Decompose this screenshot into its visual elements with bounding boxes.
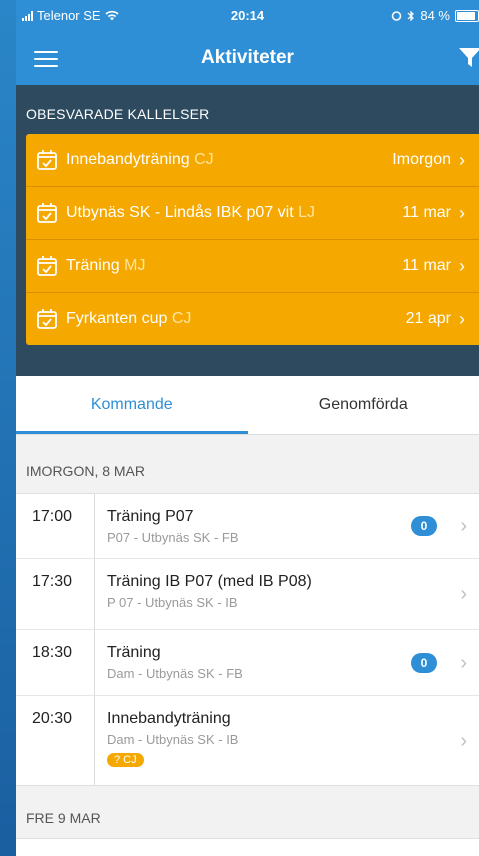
event-subtitle: Dam - Utbynäs SK - IB bbox=[107, 732, 239, 747]
chevron-right-icon: › bbox=[460, 729, 467, 752]
calendar-check-icon bbox=[37, 309, 57, 329]
pending-heading: OBESVARADE KALLELSER bbox=[26, 106, 210, 122]
battery-icon bbox=[455, 9, 479, 22]
pending-item-date: 11 mar bbox=[402, 257, 451, 274]
nav-bar: Aktiviteter bbox=[16, 32, 479, 85]
event-time: 17:30 bbox=[32, 573, 73, 590]
section-heading: IMORGON, 8 MAR bbox=[16, 435, 479, 493]
chevron-right-icon: › bbox=[459, 308, 465, 329]
app-screen: Telenor SE 20:14 84 % Aktiviteter OBESVA… bbox=[16, 0, 479, 856]
event-row[interactable] bbox=[16, 838, 479, 856]
section-heading: FRE 9 MAR bbox=[16, 786, 479, 838]
pending-item[interactable]: Fyrkanten cup CJ 21 apr › bbox=[26, 293, 479, 345]
event-title: Innebandyträning bbox=[107, 710, 231, 727]
event-time: 20:30 bbox=[32, 710, 73, 727]
pending-list: Innebandyträning CJ Imorgon › Utbynäs SK… bbox=[26, 134, 479, 345]
event-row[interactable]: 17:30 Träning IB P07 (med IB P08) P 07 -… bbox=[16, 559, 479, 630]
pending-item-date: 21 apr bbox=[405, 310, 451, 327]
calendar-check-icon bbox=[37, 203, 57, 223]
pending-item-date: 11 mar bbox=[402, 204, 451, 221]
tab-genomforda[interactable]: Genomförda bbox=[248, 376, 479, 434]
pending-item-label: Träning MJ bbox=[66, 257, 146, 274]
chevron-right-icon: › bbox=[460, 583, 467, 605]
event-title: Träning IB P07 (med IB P08) bbox=[107, 573, 312, 590]
bluetooth-icon bbox=[407, 10, 415, 21]
pending-item[interactable]: Innebandyträning CJ Imorgon › bbox=[26, 134, 479, 187]
pending-item[interactable]: Utbynäs SK - Lindås IBK p07 vit LJ 11 ma… bbox=[26, 187, 479, 240]
tab-kommande[interactable]: Kommande bbox=[16, 376, 248, 434]
chevron-right-icon: › bbox=[459, 149, 465, 170]
event-time: 17:00 bbox=[32, 508, 73, 525]
event-row[interactable]: 20:30 Innebandyträning Dam - Utbynäs SK … bbox=[16, 696, 479, 785]
tab-bar: Kommande Genomförda bbox=[16, 376, 479, 435]
pending-item-label: Innebandyträning CJ bbox=[66, 151, 214, 168]
pending-item-date: Imorgon bbox=[392, 151, 451, 168]
pending-item-label: Utbynäs SK - Lindås IBK p07 vit LJ bbox=[66, 204, 316, 221]
event-list: 17:00 Träning P07 P07 - Utbynäs SK - FB … bbox=[16, 493, 479, 786]
calendar-check-icon bbox=[37, 150, 57, 170]
event-row[interactable]: 17:00 Träning P07 P07 - Utbynäs SK - FB … bbox=[16, 494, 479, 559]
event-time: 18:30 bbox=[32, 644, 73, 661]
chevron-right-icon: › bbox=[459, 255, 465, 276]
event-row[interactable]: 18:30 Träning Dam - Utbynäs SK - FB 0 › bbox=[16, 630, 479, 696]
count-badge: 0 bbox=[411, 652, 437, 673]
chevron-right-icon: › bbox=[459, 202, 465, 223]
chevron-right-icon: › bbox=[460, 651, 467, 674]
pending-item-label: Fyrkanten cup CJ bbox=[66, 310, 192, 327]
count-badge: 0 bbox=[411, 516, 437, 536]
battery-label: 84 % bbox=[420, 8, 450, 23]
pending-invitations: OBESVARADE KALLELSER Innebandyträning CJ… bbox=[16, 85, 479, 376]
status-bar: Telenor SE 20:14 84 % bbox=[16, 0, 479, 32]
calendar-check-icon bbox=[37, 256, 57, 276]
background-edge bbox=[0, 0, 16, 856]
response-tag: ? CJ bbox=[107, 753, 144, 767]
event-subtitle: P 07 - Utbynäs SK - IB bbox=[107, 595, 238, 610]
page-title: Aktiviteter bbox=[201, 47, 294, 68]
filter-icon[interactable] bbox=[459, 48, 479, 68]
pending-item[interactable]: Träning MJ 11 mar › bbox=[26, 240, 479, 293]
chevron-right-icon: › bbox=[460, 515, 467, 537]
alarm-icon bbox=[392, 11, 402, 21]
